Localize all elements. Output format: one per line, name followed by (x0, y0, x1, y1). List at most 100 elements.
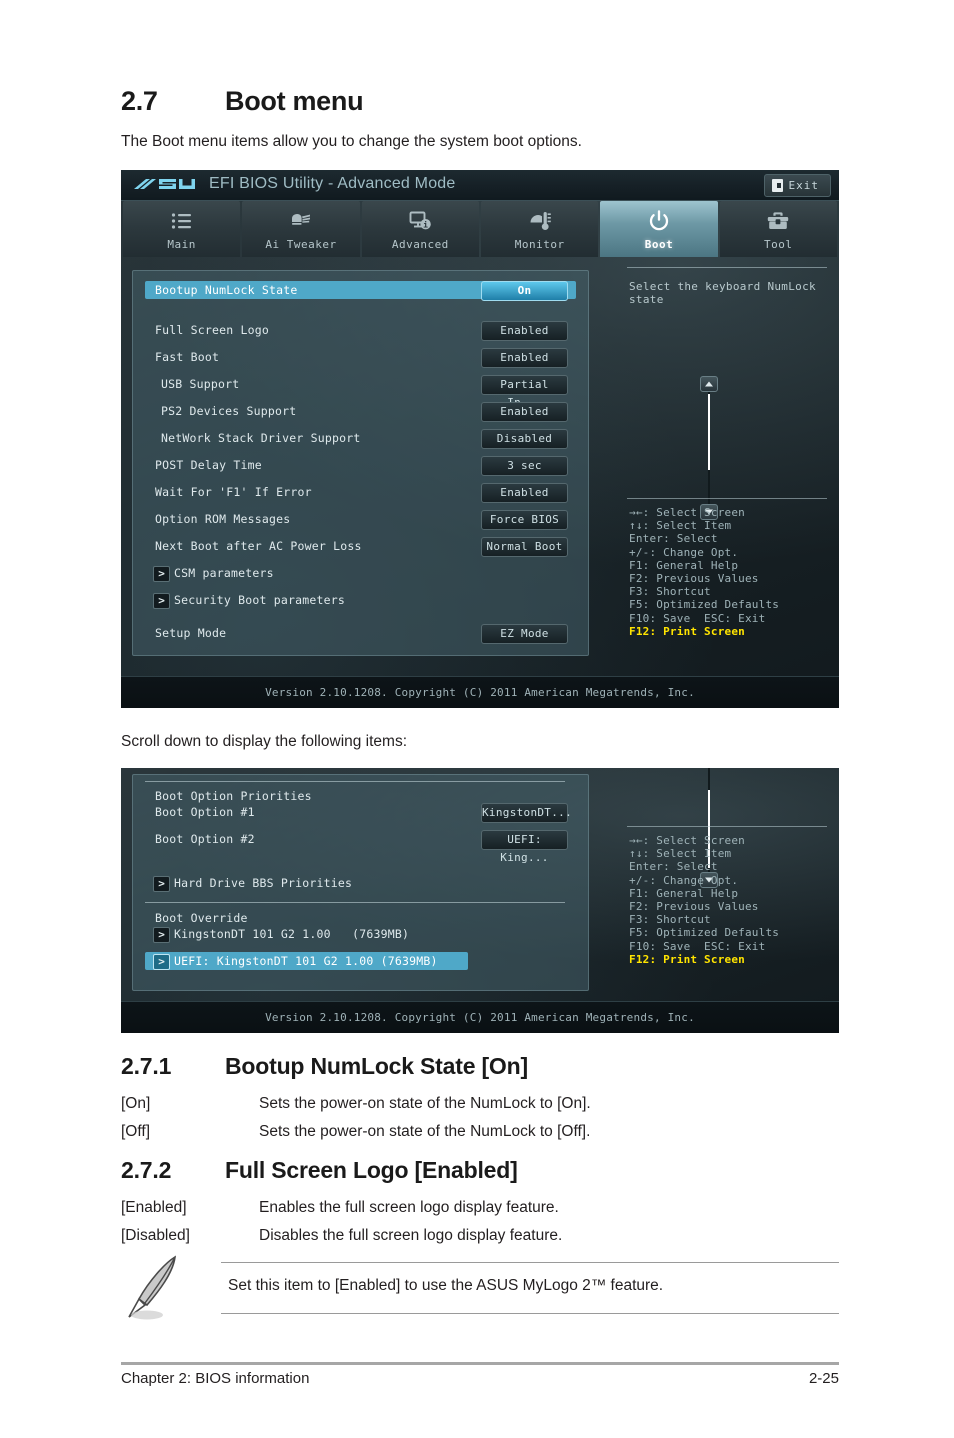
tab-monitor[interactable]: Monitor (480, 201, 599, 257)
boot-override-row[interactable]: > KingstonDT 101 G2 1.00 (7639MB) (145, 925, 576, 943)
setting-label: PS2 Devices Support (161, 404, 297, 418)
option-description: Sets the power-on state of the NumLock t… (259, 1123, 591, 1140)
exit-button-label: Exit (788, 179, 819, 192)
setting-value-button[interactable]: On (481, 281, 568, 301)
tab-tool[interactable]: Tool (719, 201, 837, 257)
help-description-text: Select the keyboard NumLock state (629, 280, 816, 306)
svg-text:i: i (423, 220, 428, 230)
help-key-legend: →←: Select Screen ↑↓: Select Item Enter:… (629, 506, 779, 638)
bios-version-text: Version 2.10.1208. Copyright (C) 2011 Am… (265, 686, 695, 699)
setting-label: NetWork Stack Driver Support (161, 431, 361, 445)
help-pane: Select the keyboard NumLock state →←: Se… (617, 258, 839, 676)
setting-label: Fast Boot (155, 350, 220, 364)
tab-advanced[interactable]: i Advanced (361, 201, 479, 257)
setting-row[interactable]: > CSM parameters (145, 564, 576, 582)
help-bottom-divider (627, 498, 827, 499)
boot-option-priorities-heading: Boot Option Priorities (155, 789, 312, 803)
setting-row[interactable]: NetWork Stack Driver Support Disabled (145, 429, 576, 449)
setting-label: Next Boot after AC Power Loss (155, 539, 362, 553)
setting-value-button[interactable]: 3 sec (481, 456, 568, 476)
monitor-icon (528, 209, 552, 233)
setting-row[interactable]: Boot Option #1 KingstonDT... (145, 803, 576, 823)
setting-row[interactable]: POST Delay Time 3 sec (145, 456, 576, 476)
setting-value-button[interactable]: UEFI: King... (481, 830, 568, 864)
tab-ai-tweaker[interactable]: Ai Tweaker (242, 201, 360, 257)
option-row: [Off] Sets the power-on state of the NumL… (121, 1118, 841, 1146)
note-top-rule (221, 1262, 839, 1263)
tab-main[interactable]: Main (123, 201, 241, 257)
setting-value-button[interactable]: Force BIOS (481, 510, 568, 530)
setting-label: Boot Option #1 (155, 805, 255, 819)
setting-row[interactable]: Setup Mode EZ Mode (145, 624, 576, 644)
setting-label: POST Delay Time (155, 458, 262, 472)
setting-value-button[interactable]: Enabled (481, 483, 568, 503)
bios-screenshot-boot-override: Boot Option Priorities Boot Option #1 King… (121, 768, 839, 1033)
settings-pane: Bootup NumLock State On Full Screen Logo En… (132, 270, 589, 656)
submenu-arrow-icon: > (153, 566, 170, 582)
manual-page: 2.7 Boot menu The Boot menu items allow y… (0, 0, 954, 1438)
toolbox-icon (766, 209, 790, 233)
option-term: [Off] (121, 1123, 151, 1140)
setting-label: Hard Drive BBS Priorities (174, 876, 353, 890)
setting-row[interactable]: Wait For 'F1' If Error Enabled (145, 483, 576, 503)
option-term: [On] (121, 1095, 151, 1112)
group-divider-override (145, 902, 565, 903)
submenu-arrow-icon: > (153, 876, 170, 892)
exit-button[interactable]: Exit (763, 174, 831, 197)
section-number: 2.7 (121, 86, 158, 116)
asus-logo-icon (133, 176, 199, 193)
setting-row[interactable]: Option ROM Messages Force BIOS (145, 510, 576, 530)
setting-row[interactable]: Boot Option #2 UEFI: King... (145, 830, 576, 864)
bios-content-area-2: Boot Option Priorities Boot Option #1 King… (121, 768, 839, 1001)
option-term: [Disabled] (121, 1227, 190, 1244)
setting-row[interactable]: Bootup NumLock State On (145, 281, 576, 301)
setting-value-button[interactable]: Normal Boot (481, 537, 568, 557)
subsection-2-options: [Enabled] Enables the full screen logo di… (121, 1194, 841, 1250)
setting-value-button[interactable]: Disabled (481, 429, 568, 449)
setting-value-button[interactable]: Enabled (481, 321, 568, 341)
setting-value-button[interactable]: Partial In... (481, 375, 568, 409)
setting-label: Option ROM Messages (155, 512, 291, 526)
section-title: Boot menu (225, 86, 364, 116)
subsection-2-title: Full Screen Logo [Enabled] (225, 1157, 518, 1183)
setting-row[interactable]: > Security Boot parameters (145, 591, 576, 609)
help-key-list-2: →←: Select Screen ↑↓: Select Item Enter:… (629, 834, 780, 953)
setting-label: USB Support (161, 377, 240, 391)
option-row: [Enabled] Enables the full screen logo di… (121, 1194, 841, 1222)
boot-override-row[interactable]: > UEFI: KingstonDT 101 G2 1.00 (7639MB) (145, 952, 468, 970)
help-key-legend-2: →←: Select Screen ↑↓: Select Item Enter:… (629, 834, 779, 966)
setting-value-button[interactable]: EZ Mode (481, 624, 568, 644)
boot-override-label: UEFI: KingstonDT 101 G2 1.00 (7639MB) (174, 954, 438, 968)
list-icon (170, 209, 194, 233)
setting-value-button[interactable]: Enabled (481, 348, 568, 368)
setting-row[interactable]: USB Support Partial In... (145, 375, 576, 409)
subsection-1-options: [On] Sets the power-on state of the NumLo… (121, 1090, 841, 1146)
quill-pen-icon (125, 1253, 185, 1326)
setting-value-button[interactable]: Enabled (481, 402, 568, 422)
bios-version-text-2: Version 2.10.1208. Copyright (C) 2011 Am… (265, 1011, 695, 1024)
setting-row[interactable]: > Hard Drive BBS Priorities (145, 874, 576, 892)
setting-row[interactable]: Next Boot after AC Power Loss Normal Boot (145, 537, 576, 557)
option-row: [Disabled] Disables the full screen logo … (121, 1222, 841, 1250)
setting-label: Bootup NumLock State (155, 283, 298, 297)
option-description: Disables the full screen logo display fe… (259, 1227, 563, 1244)
tab-boot[interactable]: Boot (600, 201, 718, 257)
footer-rule (121, 1362, 839, 1365)
page-title: 2.7 Boot menu (121, 86, 841, 117)
submenu-arrow-icon: > (153, 593, 170, 609)
note-box: Set this item to [Enabled] to use the AS… (121, 1255, 839, 1320)
subsection-2-number: 2.7.2 (121, 1157, 172, 1183)
submenu-arrow-icon: > (153, 927, 170, 943)
setting-row[interactable]: PS2 Devices Support Enabled (145, 402, 576, 422)
setting-value-button[interactable]: KingstonDT... (481, 803, 572, 823)
scroll-note: Scroll down to display the following ite… (121, 733, 408, 750)
subsection-1-number: 2.7.1 (121, 1053, 172, 1079)
setting-row[interactable]: Fast Boot Enabled (145, 348, 576, 368)
help-top-divider-2 (627, 826, 827, 827)
help-key-list: →←: Select Screen ↑↓: Select Item Enter:… (629, 506, 780, 625)
setting-label: Security Boot parameters (174, 593, 345, 607)
submenu-arrow-icon: > (153, 954, 170, 970)
bios-tab-strip[interactable]: Main Ai Tweaker i Advanced Monitor Boot Tool (121, 201, 839, 257)
setting-row[interactable]: Full Screen Logo Enabled (145, 321, 576, 341)
option-description: Sets the power-on state of the NumLock t… (259, 1095, 591, 1112)
